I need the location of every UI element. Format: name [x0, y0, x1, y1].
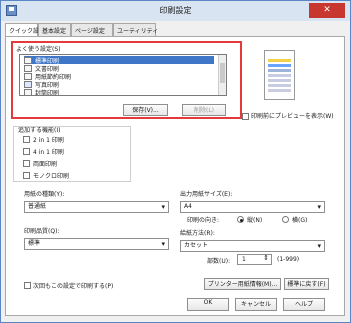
preview-line — [268, 69, 291, 72]
print-quality-label: 印刷品質(Q): — [24, 228, 60, 235]
copies-label: 部数(U): — [207, 258, 231, 265]
print-quality-select[interactable]: 標準 ▾ — [24, 238, 169, 250]
ok-button[interactable]: OK — [187, 298, 229, 311]
paper-saving-icon — [24, 72, 32, 80]
portrait-radio[interactable] — [237, 216, 244, 223]
paper-type-value: 普通紙 — [28, 203, 47, 210]
close-button[interactable]: ✕ — [309, 3, 345, 18]
output-size-value: A4 — [184, 203, 192, 210]
print-preview-thumbnail — [264, 50, 295, 100]
feed-method-value: カセット — [184, 242, 209, 249]
print-quality-value: 標準 — [28, 240, 41, 247]
window-title: 印刷設定 — [159, 6, 192, 15]
preview-line — [268, 84, 291, 87]
copies-stepper[interactable]: 1 ⇕ — [237, 254, 272, 265]
list-scrollbar[interactable] — [218, 55, 226, 95]
output-size-select[interactable]: A4 ▾ — [180, 201, 325, 213]
printer-info-button[interactable]: プリンター用紙情報(M)... — [204, 278, 281, 290]
tab-utility[interactable]: ユーティリティ — [113, 23, 158, 37]
save-button[interactable]: 保存(V)... — [123, 104, 168, 116]
paper-type-label: 用紙の種類(Y): — [24, 191, 65, 198]
output-size-label: 出力用紙サイズ(E): — [180, 191, 233, 198]
chevron-down-icon: ▾ — [161, 240, 165, 248]
monochrome-label: モノクロ印刷 — [33, 173, 70, 180]
document-icon — [24, 56, 32, 64]
preview-line — [268, 64, 291, 67]
list-item[interactable]: 封筒印刷 — [24, 88, 60, 96]
next-time-label: 次回もこの設定で印刷する(P) — [33, 283, 114, 290]
landscape-radio[interactable] — [282, 216, 289, 223]
reset-button[interactable]: 標準に戻す(F) — [284, 278, 329, 290]
cancel-button[interactable]: キャンセル — [235, 298, 277, 311]
spinner-arrows-icon[interactable]: ⇕ — [263, 254, 269, 262]
tab-page-settings[interactable]: ページ設定 — [71, 23, 113, 37]
chevron-down-icon: ▾ — [161, 203, 165, 211]
preview-line — [268, 74, 291, 77]
portrait-label: 縦(N) — [247, 217, 263, 224]
print-settings-window: 印刷設定 ✕ クイック設定 基本設定 ページ設定 ユーティリティ よく使う設定(… — [0, 0, 351, 323]
functions-group — [13, 126, 131, 182]
preview-line — [268, 59, 291, 62]
preview-line — [268, 79, 291, 82]
two-in-one-label: 2 in 1 印刷 — [33, 137, 64, 144]
tab-basic-settings[interactable]: 基本設定 — [38, 23, 71, 37]
favorites-label: よく使う設定(S) — [16, 46, 61, 53]
landscape-label: 横(G) — [292, 217, 308, 224]
paper-type-select[interactable]: 普通紙 ▾ — [24, 201, 169, 213]
copies-range: (1-999) — [277, 256, 300, 263]
envelope-icon — [24, 88, 32, 95]
chevron-down-icon: ▾ — [317, 203, 321, 211]
preview-label: 印刷前にプレビューを表示(W) — [251, 113, 334, 120]
document-icon — [24, 64, 32, 72]
next-time-checkbox[interactable] — [24, 282, 31, 289]
copies-value: 1 — [242, 256, 246, 263]
monochrome-checkbox[interactable] — [23, 172, 30, 179]
four-in-one-label: 4 in 1 印刷 — [33, 149, 64, 156]
orientation-label: 印刷の向き: — [187, 217, 220, 224]
feed-method-label: 給紙方法(R): — [180, 230, 215, 237]
preview-checkbox[interactable] — [242, 113, 249, 120]
duplex-label: 両面印刷 — [33, 161, 58, 168]
preview-line — [268, 89, 291, 92]
duplex-checkbox[interactable] — [23, 160, 30, 167]
chevron-down-icon: ▾ — [317, 242, 321, 250]
delete-button[interactable]: 削除(L) — [182, 104, 226, 116]
list-item-label: 封筒印刷 — [35, 89, 60, 96]
two-in-one-checkbox[interactable] — [23, 136, 30, 143]
feed-method-select[interactable]: カセット ▾ — [180, 240, 325, 252]
help-button[interactable]: ヘルプ — [283, 298, 325, 311]
four-in-one-checkbox[interactable] — [23, 148, 30, 155]
title-bar: 印刷設定 ✕ — [1, 1, 350, 21]
photo-icon — [24, 80, 32, 88]
favorites-list[interactable]: 標準印刷 文書印刷 用紙節約印刷 写真印刷 封筒印刷 — [19, 54, 227, 96]
scroll-thumb[interactable] — [220, 63, 225, 83]
